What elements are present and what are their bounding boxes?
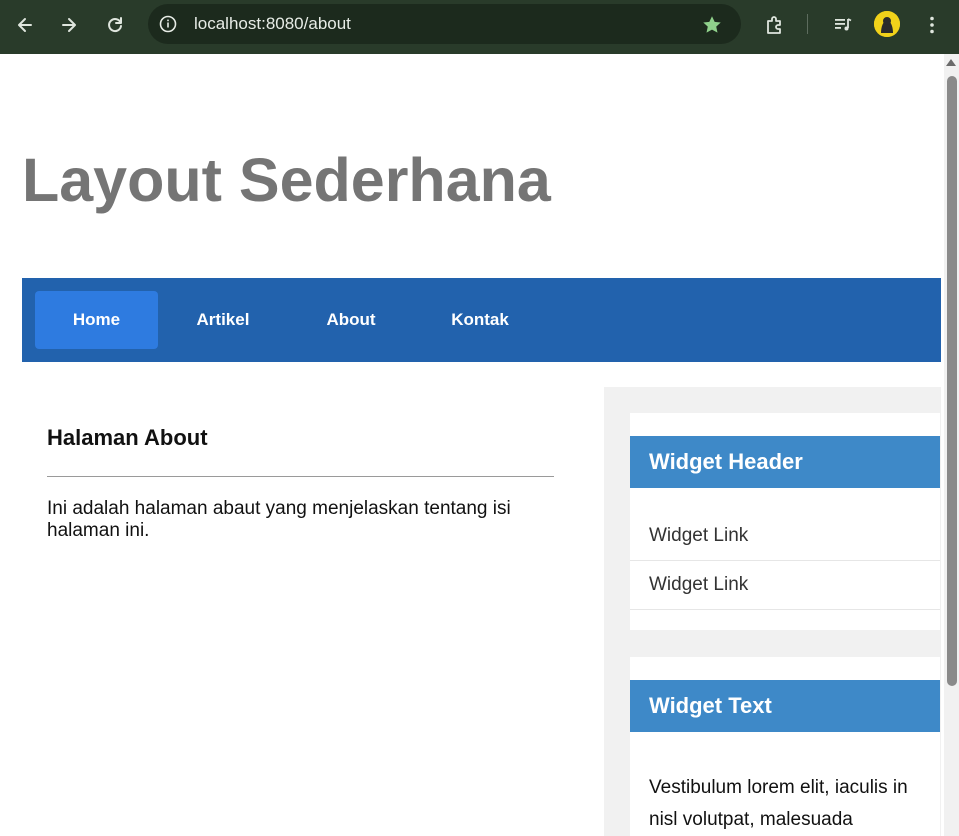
- forward-button[interactable]: [56, 12, 82, 38]
- site-title: Layout Sederhana: [22, 146, 551, 214]
- nav-kontak[interactable]: Kontak: [420, 291, 540, 349]
- widget-links: Widget Header Widget Link Widget Link: [630, 413, 940, 630]
- content-heading: Halaman About: [47, 425, 208, 450]
- arrow-right-icon: [62, 18, 76, 32]
- more-vert-icon: [930, 16, 934, 34]
- avatar-icon: [874, 11, 900, 37]
- widget-link[interactable]: Widget Link: [630, 561, 940, 610]
- scrollbar-thumb[interactable]: [947, 76, 957, 686]
- nav-home[interactable]: Home: [35, 291, 158, 349]
- arrow-left-icon: [18, 18, 32, 32]
- profile-avatar[interactable]: [874, 11, 900, 37]
- reload-icon: [108, 17, 122, 33]
- browser-toolbar: localhost:8080/about: [0, 0, 959, 54]
- page-scrollbar[interactable]: [944, 54, 959, 836]
- url-text[interactable]: localhost:8080/about: [194, 14, 351, 34]
- star-icon[interactable]: [701, 14, 723, 36]
- reload-button[interactable]: [102, 12, 128, 38]
- address-bar[interactable]: localhost:8080/about: [148, 4, 741, 44]
- media-button[interactable]: [830, 12, 856, 38]
- extensions-button[interactable]: [762, 12, 788, 38]
- main-content: Halaman About Ini adalah halaman abaut y…: [47, 424, 554, 542]
- content-divider: [47, 476, 554, 477]
- back-button[interactable]: [12, 12, 38, 38]
- scroll-up-arrow-icon[interactable]: [946, 59, 956, 66]
- content-body: Ini adalah halaman abaut yang menjelaska…: [47, 498, 511, 541]
- main-navbar: Home Artikel About Kontak: [22, 278, 941, 362]
- media-list-icon: [835, 18, 852, 31]
- nav-about[interactable]: About: [292, 291, 410, 349]
- page-viewport: Layout Sederhana Home Artikel About Kont…: [0, 54, 944, 836]
- widget-text: Widget Text Vestibulum lorem elit, iacul…: [630, 657, 940, 836]
- widget-link[interactable]: Widget Link: [630, 512, 940, 561]
- toolbar-divider: [807, 14, 808, 34]
- widget-header: Widget Text: [630, 680, 940, 732]
- puzzle-icon: [767, 16, 781, 34]
- menu-button[interactable]: [919, 12, 945, 38]
- nav-artikel[interactable]: Artikel: [168, 291, 278, 349]
- widget-text-body: Vestibulum lorem elit, iaculis in nisl v…: [649, 777, 908, 830]
- info-icon[interactable]: [158, 14, 178, 34]
- sidebar: Widget Header Widget Link Widget Link Wi…: [604, 387, 941, 836]
- widget-header: Widget Header: [630, 436, 940, 488]
